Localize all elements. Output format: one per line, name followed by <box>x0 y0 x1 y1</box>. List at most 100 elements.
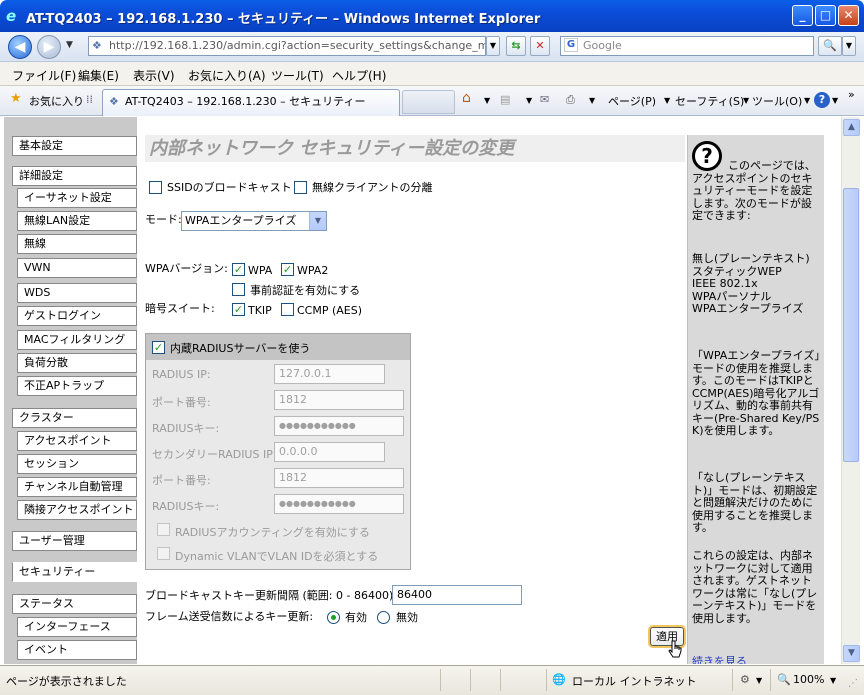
menu-help[interactable]: ヘルプ(H) <box>332 67 386 84</box>
radius-ip-input[interactable]: 127.0.0.1 <box>274 364 385 384</box>
nav-item-0[interactable]: 基本設定 <box>12 136 137 156</box>
feeds-icon[interactable]: ▤ <box>500 93 510 106</box>
print-dropdown-icon[interactable]: ▼ <box>589 96 595 105</box>
maximize-button[interactable]: □ <box>815 5 836 26</box>
feeds-dropdown-icon[interactable]: ▼ <box>526 96 532 105</box>
history-dropdown-icon[interactable]: ▼ <box>66 40 73 50</box>
tab-current[interactable]: ❖ AT-TQ2403 – 192.168.1.230 – セキュリティー <box>102 89 400 116</box>
address-input[interactable]: http://192.168.1.230/admin.cgi?action=se… <box>88 36 486 56</box>
radius-key-label: RADIUSキー: <box>152 422 220 435</box>
protected-mode-dropdown-icon[interactable]: ▼ <box>756 676 762 685</box>
secondary-port-input[interactable]: 1812 <box>274 468 404 488</box>
safety-dropdown-icon[interactable]: ▼ <box>743 96 749 105</box>
favorites-star-icon[interactable]: ★ <box>10 91 22 106</box>
zoom-dropdown-icon[interactable]: ▼ <box>830 676 836 685</box>
more-chevron-icon[interactable]: » <box>848 88 855 101</box>
help-icon[interactable]: ? <box>814 92 830 108</box>
radius-key-input[interactable]: ●●●●●●●●●●● <box>274 416 404 436</box>
menu-view[interactable]: 表示(V) <box>133 67 175 84</box>
nav-item-16[interactable]: ユーザー管理 <box>12 531 137 551</box>
nav-item-18[interactable]: ステータス <box>12 594 137 614</box>
preauth-checkbox[interactable] <box>232 283 245 296</box>
mode-label: モード: <box>145 213 182 226</box>
nav-item-12[interactable]: アクセスポイント <box>17 431 137 451</box>
scroll-down-icon[interactable]: ▼ <box>843 645 860 662</box>
menu-favorites[interactable]: お気に入り(A) <box>188 67 266 84</box>
client-isolation-checkbox[interactable] <box>294 181 307 194</box>
tools-dropdown-icon[interactable]: ▼ <box>804 96 810 105</box>
page-title: 内部ネットワーク セキュリティー設定の変更 <box>145 135 685 162</box>
search-input[interactable]: Google <box>560 36 814 56</box>
help-dropdown-icon[interactable]: ▼ <box>832 96 838 105</box>
protected-mode-icon[interactable]: ⚙ <box>740 673 750 686</box>
menu-file[interactable]: ファイル(F) <box>12 67 76 84</box>
new-tab-button[interactable] <box>402 90 455 114</box>
nav-item-17[interactable]: セキュリティー <box>12 562 138 582</box>
back-button[interactable]: ◀ <box>8 35 32 59</box>
nav-item-7[interactable]: ゲストログイン <box>17 306 137 326</box>
status-bar: ページが表示されました 🌐 ローカル イントラネット ⚙ ▼ 🔍 100% ▼ … <box>0 665 864 695</box>
status-text: ページが表示されました <box>6 675 127 688</box>
frame-rekey-enabled-label: 有効 <box>345 611 367 624</box>
nav-item-1[interactable]: 詳細設定 <box>12 166 137 186</box>
nav-item-8[interactable]: MACフィルタリング <box>17 330 137 350</box>
home-dropdown-icon[interactable]: ▼ <box>484 96 490 105</box>
nav-item-20[interactable]: イベント <box>17 640 137 660</box>
nav-item-15[interactable]: 隣接アクセスポイント <box>17 500 137 520</box>
favorites-button[interactable]: お気に入り <box>29 93 84 109</box>
nav-item-11[interactable]: クラスター <box>12 408 137 428</box>
scrollbar-thumb[interactable] <box>843 188 859 462</box>
scroll-up-icon[interactable]: ▲ <box>843 119 860 136</box>
page-dropdown-icon[interactable]: ▼ <box>664 96 670 105</box>
home-icon[interactable]: ⌂ <box>462 90 471 106</box>
ssid-broadcast-checkbox[interactable] <box>149 181 162 194</box>
nav-item-14[interactable]: チャンネル自動管理 <box>17 477 137 497</box>
tkip-checkbox[interactable]: ✓ <box>232 303 245 316</box>
zoom-icon[interactable]: 🔍 <box>777 673 791 686</box>
secondary-key-input[interactable]: ●●●●●●●●●●● <box>274 494 404 514</box>
resize-grip-icon[interactable]: ⋰ <box>848 678 858 689</box>
nav-item-6[interactable]: WDS <box>17 283 137 303</box>
secondary-radius-ip-input[interactable]: 0.0.0.0 <box>274 442 385 462</box>
menu-edit[interactable]: 編集(E) <box>78 67 119 84</box>
radius-port-input[interactable]: 1812 <box>274 390 404 410</box>
favorites-grip-icon[interactable]: ⁞⁞ <box>86 93 93 106</box>
close-button[interactable]: ✕ <box>838 5 859 26</box>
secondary-key-label: RADIUSキー: <box>152 500 220 513</box>
forward-button[interactable]: ▶ <box>37 35 61 59</box>
tab-page-icon: ❖ <box>109 95 119 108</box>
refresh-icon[interactable]: ⇆ <box>506 36 526 56</box>
safety-menu[interactable]: セーフティ(S) <box>675 93 744 109</box>
address-dropdown-icon[interactable]: ▼ <box>486 36 500 56</box>
nav-item-19[interactable]: インターフェース <box>17 617 137 637</box>
nav-item-4[interactable]: 無線 <box>17 234 137 254</box>
dynamic-vlan-checkbox[interactable] <box>157 547 170 560</box>
minimize-button[interactable]: _ <box>792 5 813 26</box>
search-icon[interactable]: 🔍 <box>818 36 842 56</box>
print-icon[interactable]: ⎙ <box>566 93 575 107</box>
frame-rekey-enabled-radio[interactable] <box>327 611 340 624</box>
nav-item-5[interactable]: VWN <box>17 258 137 278</box>
nav-item-10[interactable]: 不正APトラップ <box>17 376 137 396</box>
menu-tools[interactable]: ツール(T) <box>271 67 324 84</box>
use-internal-radius-checkbox[interactable]: ✓ <box>152 341 165 354</box>
radius-accounting-checkbox[interactable] <box>157 523 170 536</box>
chevron-down-icon: ▼ <box>309 212 326 230</box>
nav-item-3[interactable]: 無線LAN設定 <box>17 211 137 231</box>
tools-menu[interactable]: ツール(O) <box>752 93 802 109</box>
nav-item-2[interactable]: イーサネット設定 <box>17 188 137 208</box>
stop-icon[interactable]: ✕ <box>530 36 550 56</box>
wpa2-checkbox[interactable]: ✓ <box>281 263 294 276</box>
nav-item-13[interactable]: セッション <box>17 454 137 474</box>
nav-item-9[interactable]: 負荷分散 <box>17 353 137 373</box>
ccmp-checkbox[interactable] <box>281 303 294 316</box>
mode-select[interactable]: WPAエンタープライズ ▼ <box>181 211 327 231</box>
zoom-level[interactable]: 100% <box>793 673 824 686</box>
wpa-checkbox[interactable]: ✓ <box>232 263 245 276</box>
frame-rekey-disabled-radio[interactable] <box>377 611 390 624</box>
page-menu[interactable]: ページ(P) <box>608 93 656 109</box>
search-dropdown-icon[interactable]: ▼ <box>842 36 856 56</box>
help-more-link[interactable]: 続きを見る <box>692 656 820 664</box>
rekey-interval-input[interactable]: 86400 <box>392 585 522 605</box>
mail-icon[interactable]: ✉ <box>540 93 549 106</box>
